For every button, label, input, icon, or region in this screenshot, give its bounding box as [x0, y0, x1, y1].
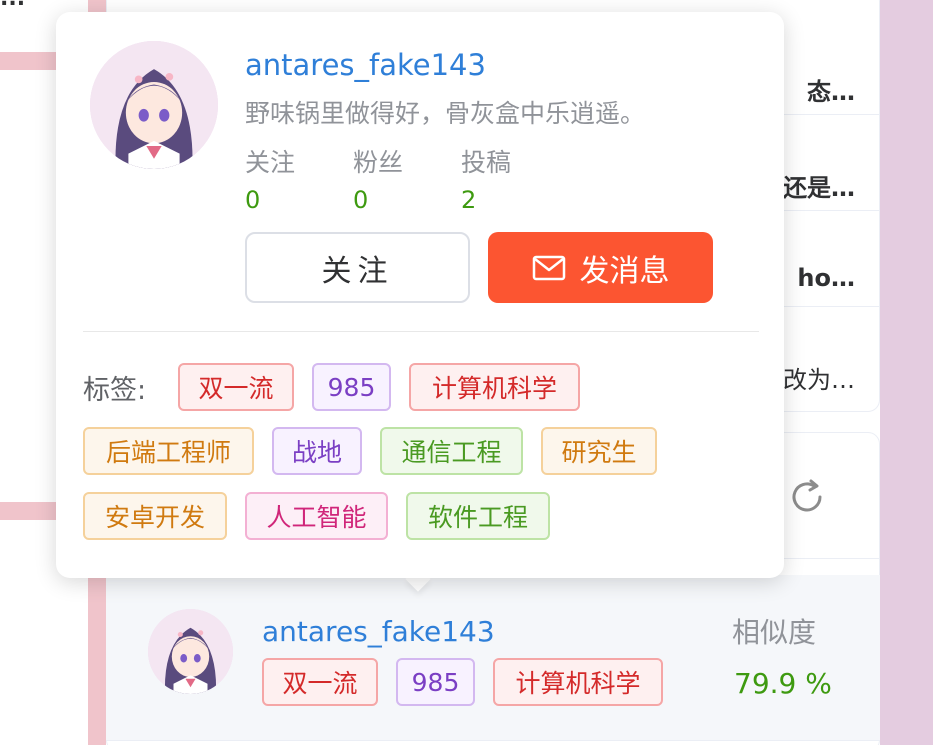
profile-tag: 双一流	[178, 363, 294, 411]
profile-tag: 安卓开发	[83, 492, 227, 540]
left-decoration	[0, 502, 60, 520]
avatar[interactable]	[148, 609, 233, 694]
follow-button[interactable]: 关注	[245, 232, 470, 303]
similarity-label: 相似度	[732, 616, 817, 649]
similarity-value: 79.9 %	[734, 667, 832, 700]
profile-tag: 研究生	[541, 427, 657, 475]
left-ellipsis: ...	[0, 0, 25, 11]
stat-label-posts: 投稿	[461, 148, 512, 177]
stat-value-posts: 2	[461, 186, 477, 214]
user-tag: 985	[396, 658, 475, 706]
profile-tag: 战地	[272, 427, 362, 475]
profile-tag: 计算机科学	[409, 363, 580, 411]
profile-tag: 985	[312, 363, 391, 411]
left-decoration	[0, 52, 60, 70]
stat-label-followers: 粉丝	[353, 148, 404, 177]
popover-bio: 野味锅里做得好，骨灰盒中乐逍遥。	[245, 99, 646, 128]
popover-username[interactable]: antares_fake143	[245, 48, 486, 82]
user-tag: 双一流	[262, 658, 378, 706]
popover-divider	[83, 331, 759, 332]
send-message-button[interactable]: 发消息	[488, 232, 713, 303]
profile-tag: 软件工程	[406, 492, 550, 540]
profile-tag: 后端工程师	[83, 427, 254, 475]
profile-tag: 通信工程	[380, 427, 523, 475]
tags-label: 标签:	[83, 375, 147, 406]
stat-value-following: 0	[245, 186, 261, 214]
similar-user-name[interactable]: antares_fake143	[262, 615, 495, 648]
stat-label-following: 关注	[245, 148, 296, 177]
popover-avatar[interactable]	[90, 41, 218, 169]
follow-button-label: 关注	[321, 253, 394, 289]
stat-value-followers: 0	[353, 186, 369, 214]
divider	[106, 740, 880, 741]
profile-tag: 人工智能	[245, 492, 388, 540]
mail-icon	[532, 255, 565, 280]
refresh-icon[interactable]	[787, 477, 827, 517]
right-sidebar-strip	[880, 0, 933, 745]
send-message-label: 发消息	[579, 253, 670, 289]
user-tag: 计算机科学	[493, 658, 663, 706]
